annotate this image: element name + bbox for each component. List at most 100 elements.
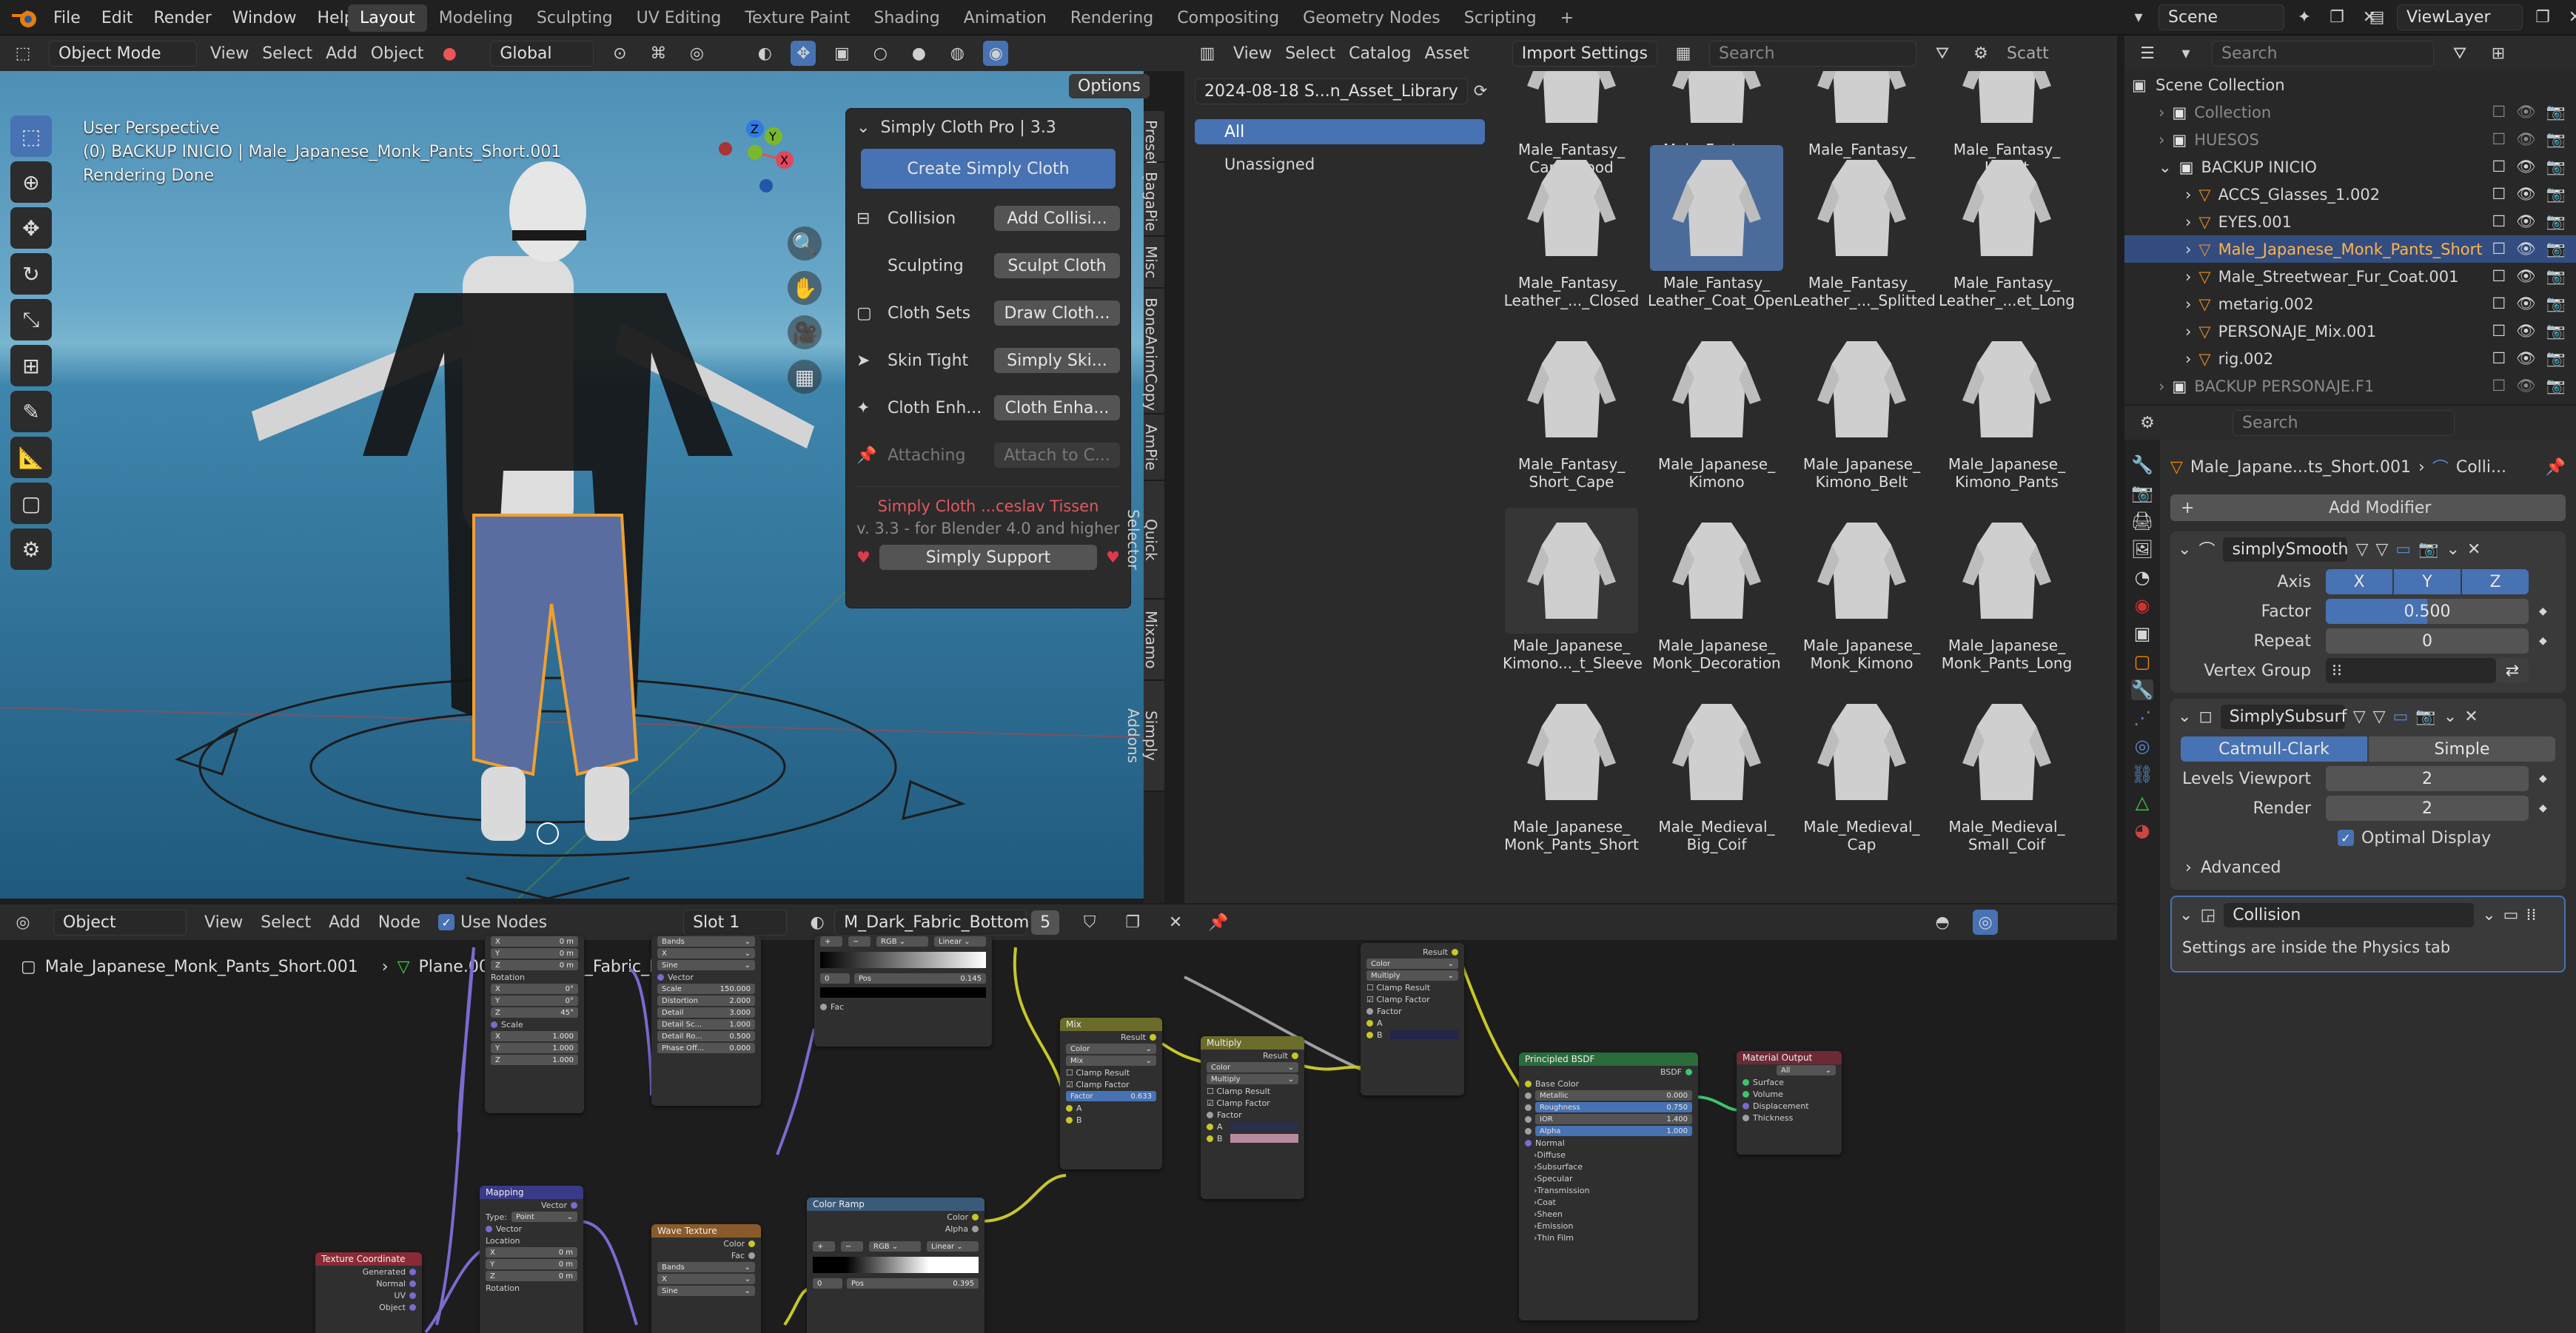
tab-rendering[interactable]: Rendering <box>1059 4 1165 32</box>
outliner-row[interactable]: › ▽ EYES.001 ☐ 👁 📷 <box>2124 208 2576 235</box>
overlay-icon[interactable]: ◐ <box>752 41 777 66</box>
render-camera-icon[interactable]: 📷 <box>2546 130 2566 149</box>
catalog-unassigned[interactable]: Unassigned <box>1195 152 1485 177</box>
asset-tile[interactable]: Male_Japanese_ Kimono_Pants <box>1938 326 2076 491</box>
realtime-icon[interactable]: ▭ <box>2393 708 2409 726</box>
draw-cloth-button[interactable]: Draw Cloth... <box>994 300 1120 326</box>
visibility-eye-icon[interactable]: 👁 <box>2516 103 2536 121</box>
asset-tile[interactable]: Male_Fantasy_ Leather_..._Closed <box>1503 145 1640 309</box>
display-mode-icon[interactable]: ▾ <box>2173 41 2198 66</box>
outliner-row[interactable]: › ▽ Male_Streetwear_Fur_Coat.001 ☐ 👁 📷 <box>2124 263 2576 290</box>
visibility-eye-icon[interactable]: 👁 <box>2516 212 2536 231</box>
tab-quick-selector[interactable]: Quick Selector <box>1124 481 1164 600</box>
import-settings-dropdown[interactable]: Import Settings <box>1512 40 1657 67</box>
extra-tool-icon[interactable]: ⚙ <box>10 528 52 570</box>
material-users-count[interactable]: 5 <box>1031 910 1060 935</box>
viewport-menu-object[interactable]: Object <box>371 44 424 63</box>
tab-compositing[interactable]: Compositing <box>1165 4 1291 32</box>
tab-bagapie[interactable]: BagaPie <box>1142 163 1164 237</box>
scatter-tab-partial[interactable]: Scatt <box>2007 44 2049 63</box>
scene-collection-row[interactable]: ▣ Scene Collection <box>2124 71 2576 98</box>
select-tool-icon[interactable]: ⬚ <box>10 115 52 157</box>
render-camera-icon[interactable]: 📷 <box>2546 377 2566 395</box>
collection-tab-icon[interactable]: ▣ <box>2134 623 2151 644</box>
node-menu-select[interactable]: Select <box>261 913 311 932</box>
optimal-display-row[interactable]: ✓ Optimal Display <box>2170 823 2566 853</box>
world-tab-icon[interactable]: ◉ <box>2135 595 2150 616</box>
simply-skin-button[interactable]: Simply Ski... <box>994 348 1120 373</box>
mix-node[interactable]: Mix Result Color ⌄ Mix ⌄ ☐ Clamp Result ☑ … <box>1060 1018 1162 1169</box>
collapse-icon[interactable]: ⌄ <box>2179 906 2193 924</box>
texture-coordinate-node[interactable]: Texture Coordinate Generated Normal UV O… <box>315 1252 422 1333</box>
data-tab-icon[interactable]: △ <box>2136 792 2149 813</box>
wave-texture-node-top[interactable]: Bands ⌄ X ⌄ Sine ⌄ Vector Scale 150.000 Disto… <box>651 936 761 1106</box>
outliner-row[interactable]: › ▽ PERSONAJE_Mix.001 ☐ 👁 📷 <box>2124 318 2576 345</box>
tab-animation[interactable]: Animation <box>952 4 1059 32</box>
drag-handle-icon[interactable]: ⁞⁞ <box>2526 906 2536 924</box>
wave-param-row[interactable]: Phase Off... 0.000 <box>651 1042 761 1054</box>
wave-texture-node[interactable]: Wave Texture Color Fac Bands ⌄ X ⌄ Sine ⌄ <box>651 1224 761 1333</box>
properties-editor-icon[interactable]: ⚙ <box>2135 410 2160 435</box>
add-cube-tool-icon[interactable]: ▢ <box>10 483 52 524</box>
vertex-group-field[interactable]: ⁝⁝ <box>2326 658 2496 683</box>
menu-render[interactable]: Render <box>143 9 221 27</box>
visibility-eye-icon[interactable]: 👁 <box>2516 377 2536 395</box>
render-camera-icon[interactable]: 📷 <box>2546 185 2566 204</box>
catmull-clark-toggle[interactable]: Catmull-Clark <box>2181 736 2367 762</box>
material-name-field[interactable]: M_Dark_Fabric_Bottom <box>834 909 1029 936</box>
render-tab-icon[interactable]: 📷 <box>2131 483 2153 503</box>
render-icon[interactable]: 📷 <box>2415 708 2435 726</box>
keyframe-dot-icon[interactable]: ◆ <box>2539 773 2547 785</box>
node-menu-view[interactable]: View <box>204 913 243 932</box>
ramp-gradient[interactable] <box>813 1257 979 1273</box>
location-x[interactable]: X0 m <box>491 936 578 947</box>
options-button[interactable]: Options <box>1069 74 1150 98</box>
filter-icon[interactable]: ⛛ <box>2447 41 2472 66</box>
particles-tab-icon[interactable]: ⋰ <box>2133 708 2151 728</box>
exclude-checkbox[interactable]: ☐ <box>2492 158 2506 176</box>
render-camera-icon[interactable]: 📷 <box>2546 103 2566 121</box>
snap-icon[interactable]: ⌘ <box>645 41 671 66</box>
render-camera-icon[interactable]: 📷 <box>2546 295 2566 313</box>
visibility-eye-icon[interactable]: 👁 <box>2516 295 2536 313</box>
visibility-eye-icon[interactable]: 👁 <box>2516 240 2536 258</box>
view-layer-tab-icon[interactable]: 🖼 <box>2131 539 2153 560</box>
keyframe-dot-icon[interactable]: ◆ <box>2539 802 2547 814</box>
zoom-icon[interactable]: 🔍 <box>788 226 822 261</box>
expand-icon[interactable]: › <box>2159 131 2164 149</box>
bsdf-section-row[interactable]: › Emission <box>1519 1220 1698 1232</box>
expand-icon[interactable]: ⌄ <box>2159 158 2172 176</box>
visibility-eye-icon[interactable]: 👁 <box>2516 267 2536 286</box>
cage-icon[interactable]: ▽ <box>2375 540 2388 559</box>
fake-user-icon[interactable]: ⛉ <box>1077 910 1102 935</box>
menu-edit[interactable]: Edit <box>91 9 144 27</box>
outliner-editor-icon[interactable]: ☰ <box>2135 41 2160 66</box>
cage-icon[interactable]: ▽ <box>2373 708 2386 726</box>
tab-texture-paint[interactable]: Texture Paint <box>733 4 862 32</box>
annotate-tool-icon[interactable]: ✎ <box>10 391 52 432</box>
asset-tile[interactable]: Male_Japanese_ Monk_Kimono <box>1793 508 1931 672</box>
render-camera-icon[interactable]: 📷 <box>2546 267 2566 286</box>
new-collection-icon[interactable]: ⊞ <box>2486 41 2511 66</box>
color-ramp-node-top[interactable]: + − RGB ⌄ Linear ⌄ 0 Pos 0.145 Fac <box>814 936 992 1047</box>
visibility-eye-icon[interactable]: 👁 <box>2516 349 2536 368</box>
copy-viewlayer-icon[interactable]: ❐ <box>2530 5 2555 30</box>
location-z[interactable]: Z0 m <box>491 960 578 970</box>
expand-icon[interactable]: › <box>2159 377 2164 395</box>
delete-viewlayer-icon[interactable]: ✕ <box>2563 5 2576 30</box>
bsdf-section-row[interactable]: › Transmission <box>1519 1184 1698 1196</box>
expand-icon[interactable]: › <box>2185 323 2191 340</box>
optimal-display-checkbox[interactable]: ✓ <box>2338 830 2354 846</box>
collision-name-field[interactable]: Collision <box>2223 901 2475 928</box>
node-menu-add[interactable]: Add <box>329 913 360 932</box>
collapse-icon[interactable]: ⌄ <box>2178 540 2191 559</box>
multiply-node[interactable]: Multiply Result Color ⌄ Multiply ⌄ ☐ Clamp… <box>1201 1036 1304 1199</box>
mode-dropdown[interactable]: Object Mode <box>49 40 197 67</box>
expand-icon[interactable]: › <box>2185 350 2191 368</box>
editor-type-icon[interactable]: ⬚ <box>10 41 36 66</box>
cloth-enhance-button[interactable]: Cloth Enha... <box>994 395 1120 420</box>
add-modifier-button[interactable]: + Add Modifier <box>2170 494 2566 521</box>
mapping-node-top[interactable]: X0 m Y0 m Z0 m Rotation X 0° Y 0° Z 45° Sca… <box>485 936 584 1113</box>
tab-boneanimcopy[interactable]: BoneAnimCopy <box>1142 289 1164 414</box>
scene-icon[interactable]: ▾ <box>2126 5 2151 30</box>
